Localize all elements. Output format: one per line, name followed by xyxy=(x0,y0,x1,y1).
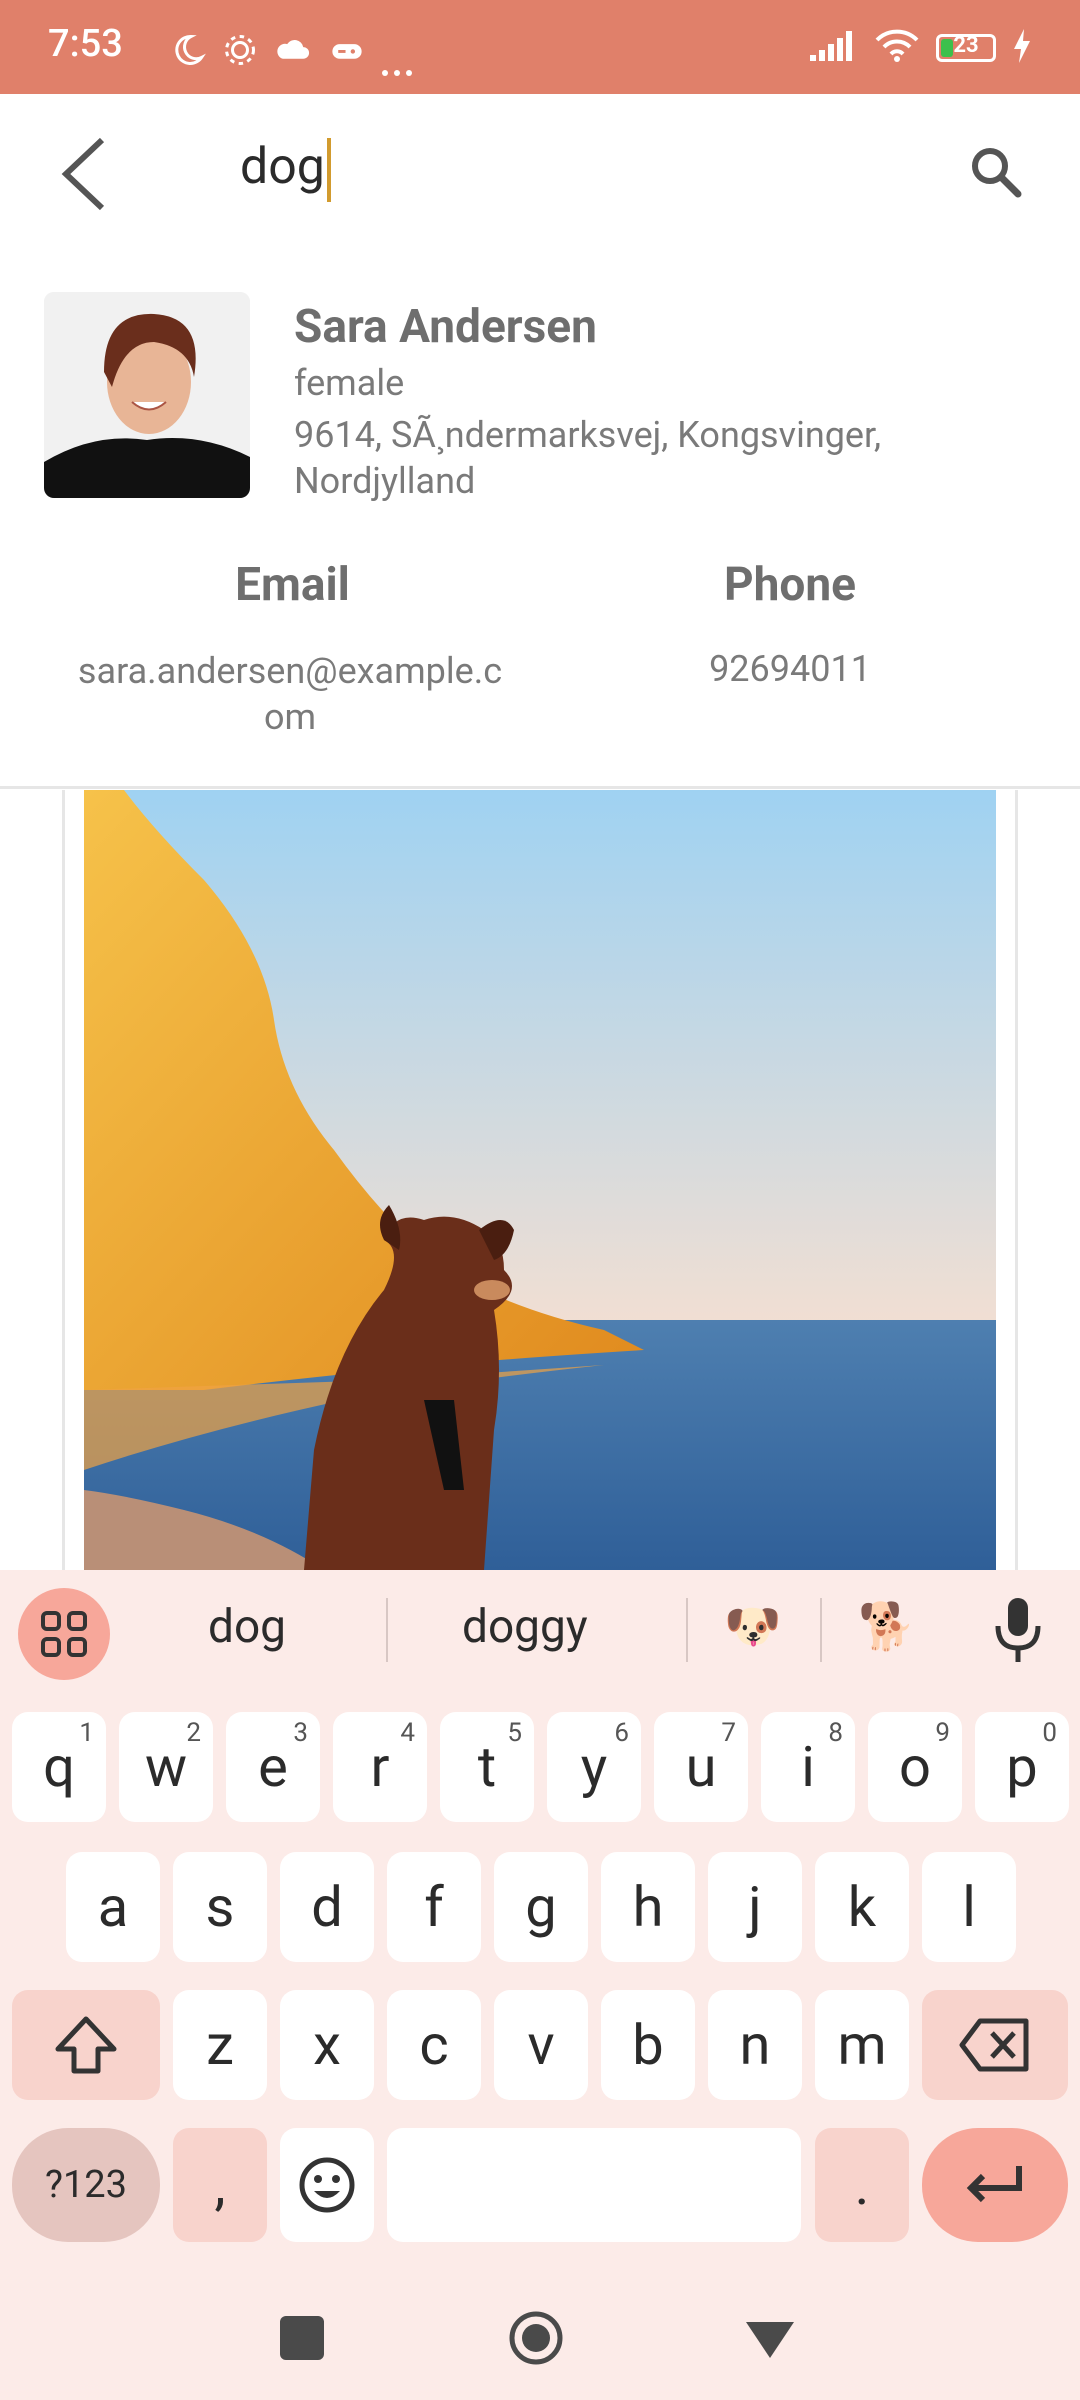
cloud-icon xyxy=(274,32,312,84)
pet-photo xyxy=(84,790,996,1570)
key-g[interactable]: g xyxy=(494,1852,588,1962)
key-z[interactable]: z xyxy=(173,1990,267,2100)
charging-icon xyxy=(1012,29,1032,67)
suggestion-divider xyxy=(386,1598,388,1662)
profile-gender: female xyxy=(294,362,405,404)
comma-key[interactable]: , xyxy=(173,2128,267,2242)
status-icons-right: 23 xyxy=(808,28,1032,68)
phone-heading: Phone xyxy=(723,558,856,612)
key-i[interactable]: i8 xyxy=(761,1712,855,1822)
profile-name: Sara Andersen xyxy=(294,300,597,354)
key-t[interactable]: t5 xyxy=(440,1712,534,1822)
back-arrow-icon xyxy=(61,137,105,211)
search-header: dog xyxy=(0,94,1080,244)
key-d[interactable]: d xyxy=(280,1852,374,1962)
email-value[interactable]: sara.andersen@example.com xyxy=(75,648,505,740)
enter-key[interactable] xyxy=(922,2128,1068,2242)
key-c[interactable]: c xyxy=(387,1990,481,2100)
back-nav-button[interactable] xyxy=(744,2318,796,2362)
moon-icon xyxy=(170,32,206,84)
key-u[interactable]: u7 xyxy=(654,1712,748,1822)
key-o[interactable]: o9 xyxy=(868,1712,962,1822)
shift-icon xyxy=(55,2016,117,2074)
suggestion-1[interactable]: dog xyxy=(208,1600,286,1654)
voice-input-button[interactable] xyxy=(990,1592,1046,1668)
key-b[interactable]: b xyxy=(601,1990,695,2100)
signal-icon xyxy=(808,29,858,67)
gamepad-icon xyxy=(328,32,366,84)
space-key[interactable] xyxy=(387,2128,801,2242)
emoji-suggestion-2[interactable]: 🐕 xyxy=(858,1600,915,1654)
search-button[interactable] xyxy=(966,142,1026,202)
profile-card: Sara Andersen female 9614, SÃ¸ndermarksv… xyxy=(0,270,1080,790)
wifi-icon xyxy=(874,28,920,68)
suggestion-bar: dog doggy 🐶 🐕 xyxy=(0,1570,1080,1688)
key-h[interactable]: h xyxy=(601,1852,695,1962)
home-circle-icon xyxy=(509,2311,563,2365)
key-w[interactable]: w2 xyxy=(119,1712,213,1822)
key-f[interactable]: f xyxy=(387,1852,481,1962)
key-r[interactable]: r4 xyxy=(333,1712,427,1822)
battery-level: 23 xyxy=(953,33,979,58)
key-j[interactable]: j xyxy=(708,1852,802,1962)
navigation-bar xyxy=(0,2270,1080,2400)
search-query-text: dog xyxy=(240,138,325,197)
enter-icon xyxy=(966,2166,1022,2203)
suggestion-divider xyxy=(686,1598,688,1662)
suggestion-2[interactable]: doggy xyxy=(462,1600,588,1654)
back-button[interactable] xyxy=(56,134,116,214)
key-x[interactable]: x xyxy=(280,1990,374,2100)
backspace-icon xyxy=(959,2018,1029,2072)
key-l[interactable]: l xyxy=(922,1852,1016,1962)
emoji-icon xyxy=(299,2157,355,2213)
key-a[interactable]: a xyxy=(66,1852,160,1962)
status-time: 7:53 xyxy=(48,22,123,66)
key-n[interactable]: n xyxy=(708,1990,802,2100)
more-icon xyxy=(382,32,418,84)
suggestion-divider xyxy=(820,1598,822,1662)
shift-key[interactable] xyxy=(12,1990,160,2100)
keyboard-apps-button[interactable] xyxy=(18,1588,110,1680)
status-icons-left xyxy=(170,32,418,84)
email-heading: Email xyxy=(235,558,350,612)
section-divider xyxy=(0,786,1080,789)
triangle-back-icon xyxy=(746,2322,794,2358)
microphone-icon xyxy=(995,1598,1041,1662)
settings-icon xyxy=(222,32,258,84)
emoji-key[interactable] xyxy=(280,2128,374,2242)
backspace-key[interactable] xyxy=(922,1990,1068,2100)
key-y[interactable]: y6 xyxy=(547,1712,641,1822)
grid-icon xyxy=(41,1611,87,1657)
key-v[interactable]: v xyxy=(494,1990,588,2100)
key-k[interactable]: k xyxy=(815,1852,909,1962)
profile-address: 9614, SÃ¸ndermarksvej, Kongsvinger, Nord… xyxy=(294,414,882,502)
key-e[interactable]: e3 xyxy=(226,1712,320,1822)
symbols-key[interactable]: ?123 xyxy=(12,2128,160,2242)
key-q[interactable]: q1 xyxy=(12,1712,106,1822)
home-button[interactable] xyxy=(508,2310,564,2366)
avatar xyxy=(44,292,250,498)
search-icon xyxy=(972,148,1022,198)
status-bar: 7:53 23 xyxy=(0,0,1080,94)
phone-value[interactable]: 92694011 xyxy=(585,648,995,690)
recent-apps-button[interactable] xyxy=(280,2316,324,2360)
key-m[interactable]: m xyxy=(815,1990,909,2100)
emoji-suggestion-1[interactable]: 🐶 xyxy=(724,1600,781,1654)
key-s[interactable]: s xyxy=(173,1852,267,1962)
key-p[interactable]: p0 xyxy=(975,1712,1069,1822)
search-input[interactable]: dog xyxy=(240,138,331,202)
text-cursor xyxy=(326,138,331,202)
period-key[interactable]: . xyxy=(815,2128,909,2242)
battery-icon: 23 xyxy=(936,33,996,62)
